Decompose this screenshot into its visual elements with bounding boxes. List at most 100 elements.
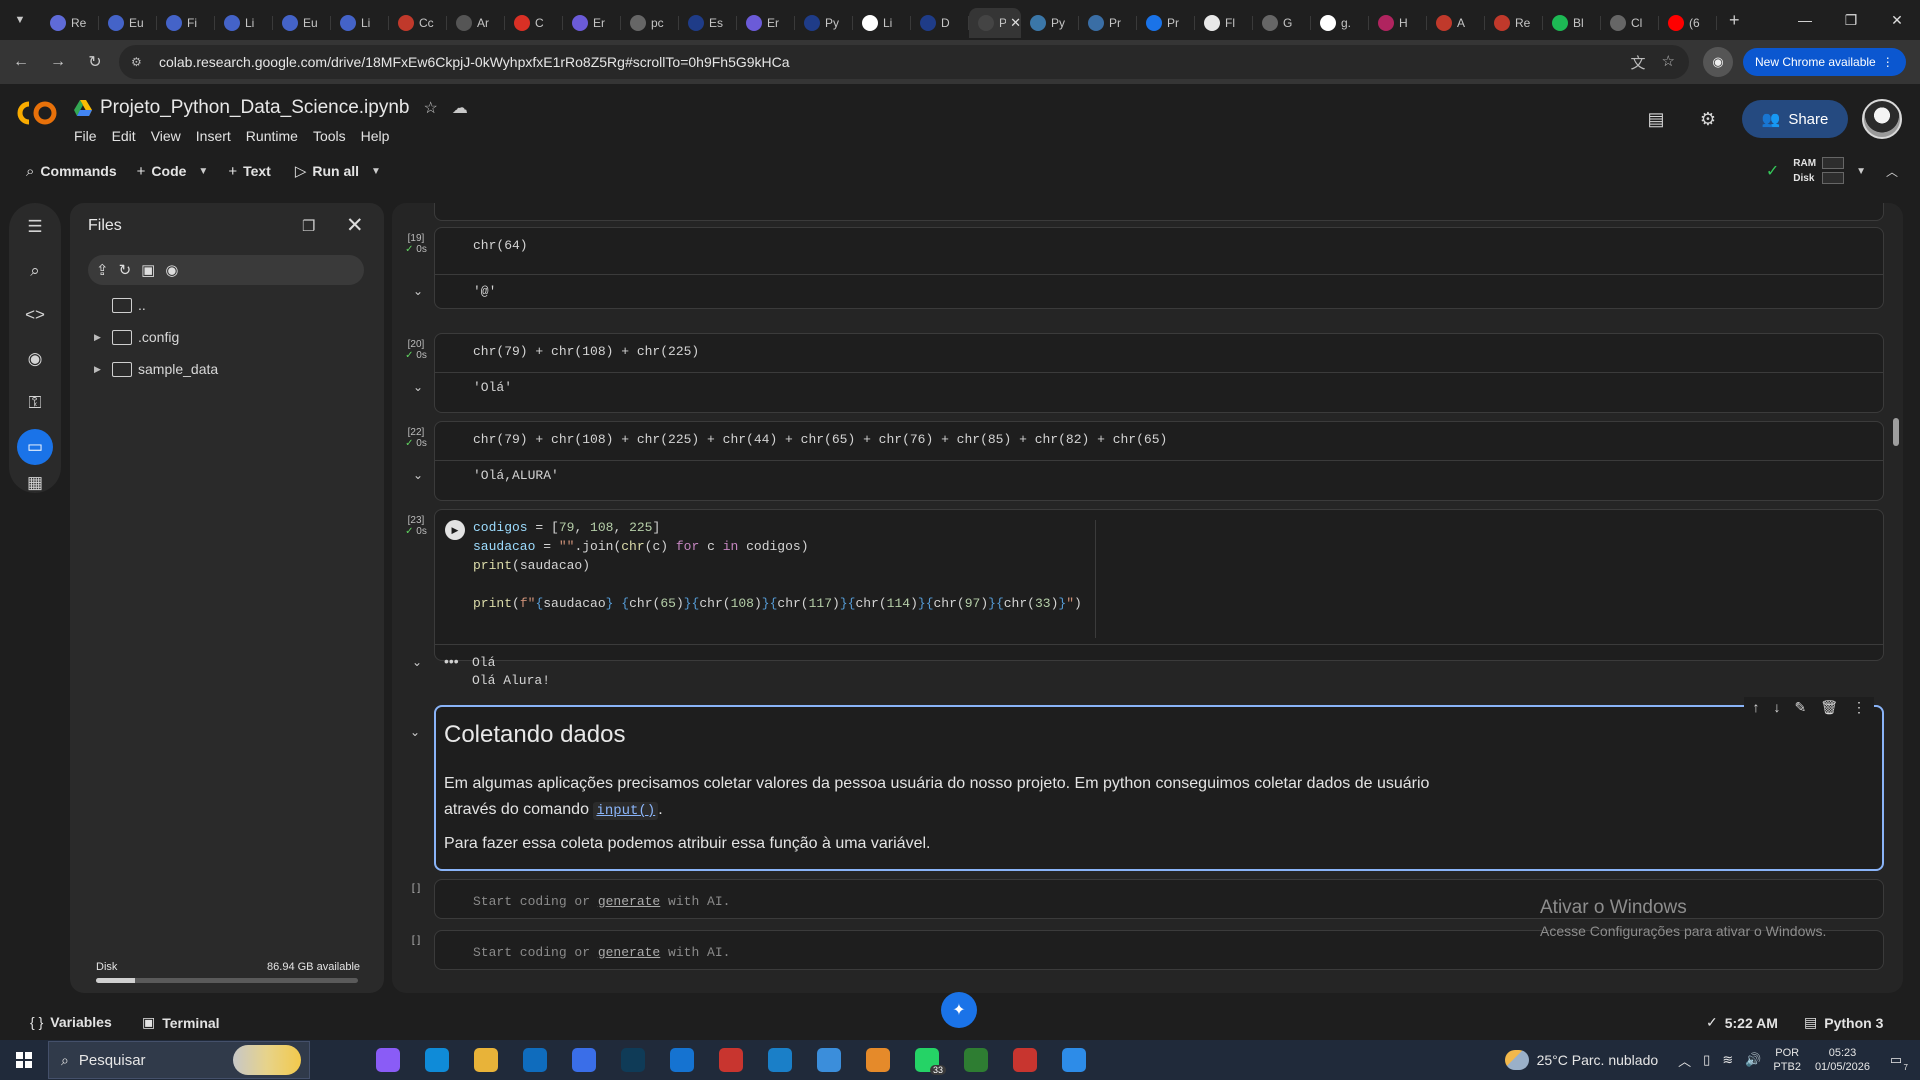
menu-tools[interactable]: Tools	[313, 128, 346, 144]
edit-pencil-icon[interactable]: ✎	[1794, 699, 1806, 716]
variable-inspector-icon[interactable]: ◉	[17, 341, 53, 377]
terminal-button[interactable]: ▣ Terminal	[142, 1014, 220, 1031]
settings-button[interactable]: ⚙	[1690, 101, 1726, 137]
browser-tab[interactable]: pc	[621, 8, 679, 38]
cloud-saved-icon[interactable]: ☁	[452, 98, 468, 118]
new-chrome-available-button[interactable]: New Chrome available ⋮	[1743, 48, 1906, 76]
collapse-output-chevron-icon[interactable]: ⌄	[412, 655, 422, 669]
code-cell-active[interactable]: ▶ codigos = [79, 108, 225] saudacao = ""…	[434, 509, 1884, 661]
browser-tab[interactable]: G	[1253, 8, 1311, 38]
chevron-right-icon[interactable]: ▶	[94, 364, 112, 375]
mount-drive-folder-icon[interactable]: ▣	[141, 261, 155, 279]
translate-icon[interactable]: 文	[1631, 52, 1646, 73]
speaker-icon[interactable]: 🔊	[1745, 1052, 1761, 1068]
new-tab-button[interactable]: +	[1729, 10, 1740, 31]
taskbar-search-box[interactable]: ⌕ Pesquisar	[48, 1041, 310, 1079]
refresh-icon[interactable]: ↻	[119, 261, 132, 279]
comments-button[interactable]: ▤	[1638, 101, 1674, 137]
file-tree-item[interactable]: ▶ .config	[94, 329, 179, 345]
data-table-icon[interactable]: ▦	[17, 473, 53, 493]
weather-widget[interactable]: 25°C Parc. nublado	[1504, 1050, 1658, 1070]
browser-tab[interactable]: Li	[215, 8, 273, 38]
move-up-arrow-icon[interactable]: ↑	[1752, 699, 1759, 716]
code-cell-partial[interactable]	[434, 203, 1884, 221]
variables-button[interactable]: { } Variables	[30, 1014, 112, 1030]
code-dropdown-icon[interactable]: ▼	[198, 166, 208, 177]
menu-file[interactable]: File	[74, 128, 97, 144]
taskbar-app-button[interactable]	[613, 1040, 653, 1080]
file-tree-item[interactable]: ▶ sample_data	[94, 361, 218, 377]
more-vert-icon[interactable]: ⋮	[1852, 699, 1866, 716]
bookmark-star-icon[interactable]: ☆	[1662, 52, 1675, 73]
generate-link[interactable]: generate	[598, 894, 660, 909]
taskbar-app-button[interactable]	[760, 1040, 800, 1080]
text-cell-selected[interactable]: ↑ ↓ ✎ 🗑 ⋮ Coletando dados Em algumas apl…	[434, 697, 1884, 871]
browser-tab[interactable]: Py	[795, 8, 853, 38]
chevron-right-icon[interactable]: ▶	[94, 332, 112, 343]
code-cell[interactable]: chr(64) ⌄ '@'	[413, 227, 1884, 309]
close-window-button[interactable]: ✕	[1874, 0, 1920, 40]
move-down-arrow-icon[interactable]: ↓	[1773, 699, 1780, 716]
browser-tab[interactable]: C	[505, 8, 563, 38]
code-line[interactable]: chr(79) + chr(108) + chr(225)	[473, 344, 699, 359]
taskbar-app-button[interactable]	[956, 1040, 996, 1080]
browser-tab[interactable]: Ar	[447, 8, 505, 38]
browser-tab[interactable]: Re	[1485, 8, 1543, 38]
taskbar-app-button[interactable]	[711, 1040, 751, 1080]
browser-tab[interactable]: Es	[679, 8, 737, 38]
browser-tab[interactable]: Li	[853, 8, 911, 38]
output-actions-icon[interactable]: •••	[444, 653, 459, 669]
file-tree-item[interactable]: ..	[94, 297, 146, 313]
browser-tab[interactable]: Eu	[273, 8, 331, 38]
chevron-up-icon[interactable]: ︿	[1886, 163, 1898, 180]
input-language[interactable]: POR PTB2	[1773, 1046, 1801, 1074]
taskbar-app-button[interactable]	[368, 1040, 408, 1080]
browser-tab[interactable]: Li	[331, 8, 389, 38]
upload-icon[interactable]: ⇪	[96, 261, 109, 279]
taskbar-app-button[interactable]	[466, 1040, 506, 1080]
generate-link[interactable]: generate	[598, 945, 660, 960]
runtime-dropdown-icon[interactable]: ▼	[1856, 166, 1866, 177]
collapse-section-chevron-icon[interactable]: ⌄	[410, 725, 420, 739]
inline-code-link[interactable]: input()	[593, 802, 659, 820]
browser-tab[interactable]: g.	[1311, 8, 1369, 38]
taskbar-app-button[interactable]	[1005, 1040, 1045, 1080]
code-line[interactable]: saudacao = "".join(chr(c) for c in codig…	[473, 539, 809, 554]
browser-tab[interactable]: Re	[41, 8, 99, 38]
notebook-scrollbar-thumb[interactable]	[1893, 418, 1899, 446]
taskbar-app-button[interactable]: 33	[907, 1040, 947, 1080]
browser-tab[interactable]: Fi	[157, 8, 215, 38]
restore-button[interactable]: ❐	[1828, 0, 1874, 40]
run-cell-button[interactable]: ▶	[445, 520, 465, 540]
empty-cell-hint[interactable]: Start coding or generate with AI.	[473, 894, 730, 909]
browser-profile-button[interactable]: ◉	[1703, 47, 1733, 77]
show-hidden-eye-icon[interactable]: ◉	[165, 261, 178, 279]
taskbar-app-button[interactable]	[662, 1040, 702, 1080]
notifications-button[interactable]: ▭ 7	[1882, 1046, 1910, 1074]
runtime-status[interactable]: ✓ RAM Disk ▼ ︿	[1766, 156, 1898, 186]
browser-tab[interactable]: Er	[563, 8, 621, 38]
notebook-title[interactable]: Projeto_Python_Data_Science.ipynb	[100, 97, 409, 119]
browser-tab[interactable]: Fl	[1195, 8, 1253, 38]
open-in-tab-icon[interactable]: ❐	[302, 217, 315, 235]
browser-tab[interactable]: Cc	[389, 8, 447, 38]
delete-trash-icon[interactable]: 🗑	[1820, 699, 1838, 716]
star-icon[interactable]: ☆	[423, 98, 437, 118]
collapse-output-chevron-icon[interactable]: ⌄	[413, 284, 423, 298]
start-button[interactable]	[0, 1040, 48, 1080]
browser-tab[interactable]: Bl	[1543, 8, 1601, 38]
chevron-up-icon[interactable]: ︿	[1678, 1051, 1691, 1070]
browser-tab[interactable]: A	[1427, 8, 1485, 38]
code-line[interactable]: print(saudacao)	[473, 558, 590, 573]
taskbar-clock[interactable]: 05:23 01/05/2026	[1815, 1046, 1870, 1074]
collapse-output-chevron-icon[interactable]: ⌄	[413, 468, 423, 482]
browser-tab[interactable]: Py	[1021, 8, 1079, 38]
forward-button[interactable]: →	[42, 46, 74, 78]
taskbar-app-button[interactable]	[564, 1040, 604, 1080]
menu-view[interactable]: View	[151, 128, 181, 144]
site-info-icon[interactable]: ⚙	[131, 55, 153, 69]
files-folder-icon[interactable]: ▭	[17, 429, 53, 465]
code-line[interactable]: chr(79) + chr(108) + chr(225) + chr(44) …	[473, 432, 1167, 447]
browser-tab[interactable]: H	[1369, 8, 1427, 38]
taskbar-app-button[interactable]	[858, 1040, 898, 1080]
